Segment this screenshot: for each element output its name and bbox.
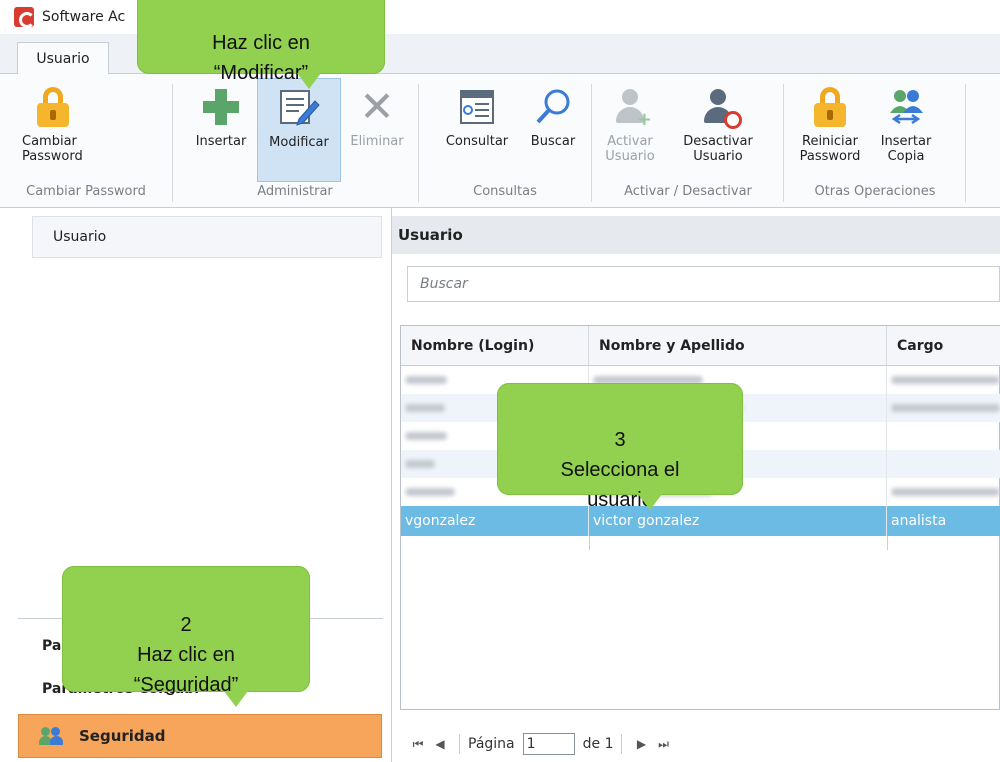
- page-label: Página: [468, 736, 515, 752]
- insertar-button[interactable]: Insertar: [186, 80, 256, 149]
- callout-modificar: Haz clic en “Modificar”: [137, 0, 385, 89]
- ribbon: Cambiar Password Cambiar Password Insert…: [0, 74, 1000, 208]
- consultar-button[interactable]: Consultar: [434, 80, 520, 149]
- next-page-icon[interactable]: ▶: [630, 737, 652, 751]
- insertar-copia-label: Insertar Copia: [880, 134, 932, 164]
- group-label-cambiar-password: Cambiar Password: [26, 184, 146, 199]
- cell-login: vgonzalez: [401, 506, 589, 536]
- desactivar-usuario-button[interactable]: Desactivar Usuario: [674, 80, 762, 164]
- eliminar-button[interactable]: ✕ Eliminar: [342, 80, 412, 150]
- column-header-login[interactable]: Nombre (Login): [401, 326, 589, 366]
- app-logo-icon: [14, 7, 35, 28]
- sidebar-item-usuario[interactable]: Usuario: [32, 216, 382, 258]
- insertar-label: Insertar: [195, 134, 247, 149]
- add-user-icon: +: [612, 89, 652, 129]
- group-label-otras-operaciones: Otras Operaciones: [814, 184, 936, 199]
- cambiar-password-label: Cambiar Password: [22, 134, 83, 164]
- activar-usuario-label: Activar Usuario: [605, 134, 655, 164]
- group-label-consultas: Consultas: [473, 184, 537, 199]
- callout-seleccionar: 3 Selecciona el usuario: [497, 383, 743, 511]
- nav-group-parametros[interactable]: Pa: [42, 638, 61, 654]
- ribbon-divider: [591, 84, 592, 202]
- table-row-selected[interactable]: vgonzalez victor gonzalez analista: [401, 506, 1000, 536]
- group-label-activar-desactivar: Activar / Desactivar: [624, 184, 752, 199]
- column-header-cargo[interactable]: Cargo: [887, 326, 1000, 366]
- callout-seguridad: 2 Haz clic en “Seguridad”: [62, 566, 310, 707]
- query-list-icon: [460, 90, 494, 124]
- callout-seguridad-text: 2 Haz clic en “Seguridad”: [133, 614, 239, 696]
- search-input[interactable]: Buscar: [407, 266, 1000, 302]
- copy-users-icon: [890, 90, 923, 125]
- modificar-label: Modificar: [269, 135, 329, 150]
- insertar-copia-button[interactable]: Insertar Copia: [868, 80, 944, 164]
- cambiar-password-button[interactable]: Cambiar Password: [8, 80, 98, 164]
- activar-usuario-button[interactable]: + Activar Usuario: [600, 80, 660, 164]
- page-total: de 1: [582, 736, 614, 752]
- reiniciar-password-button[interactable]: Reiniciar Password: [794, 80, 866, 164]
- callout-modificar-text: Haz clic en “Modificar”: [212, 32, 310, 84]
- lock-icon: [814, 87, 846, 127]
- desactivar-usuario-label: Desactivar Usuario: [683, 134, 753, 164]
- eliminar-label: Eliminar: [350, 134, 404, 149]
- cell-cargo: analista: [891, 513, 947, 529]
- reiniciar-password-label: Reiniciar Password: [799, 134, 861, 164]
- ribbon-divider: [418, 84, 419, 202]
- consultar-label: Consultar: [445, 134, 509, 149]
- grid-header: Nombre (Login) Nombre y Apellido Cargo: [401, 326, 1000, 366]
- nav-seguridad[interactable]: Seguridad: [18, 714, 382, 758]
- last-page-icon[interactable]: ⏭: [652, 737, 674, 752]
- page-input[interactable]: 1: [522, 733, 575, 755]
- modificar-button[interactable]: Modificar: [257, 78, 341, 182]
- ribbon-divider: [783, 84, 784, 202]
- ribbon-divider: [965, 84, 966, 202]
- nav-seguridad-label: Seguridad: [79, 727, 166, 745]
- panel-title: Usuario: [392, 216, 1000, 254]
- pager: ⏮ ◀ Página 1 de 1 ▶ ⏭: [407, 730, 674, 758]
- edit-document-icon: [280, 90, 320, 126]
- column-header-nombre[interactable]: Nombre y Apellido: [589, 326, 887, 366]
- deactivate-user-icon: [700, 89, 742, 129]
- buscar-label: Buscar: [530, 134, 576, 149]
- window-title: Software Ac: [42, 9, 126, 25]
- delete-x-icon: ✕: [359, 82, 395, 131]
- plus-icon: [203, 89, 239, 125]
- buscar-button[interactable]: Buscar: [522, 80, 584, 149]
- tab-usuario[interactable]: Usuario: [17, 42, 109, 75]
- group-label-administrar: Administrar: [257, 184, 333, 199]
- lock-icon: [37, 87, 69, 127]
- search-icon: [536, 89, 570, 124]
- first-page-icon[interactable]: ⏮: [407, 737, 429, 752]
- ribbon-divider: [172, 84, 173, 202]
- users-icon: [39, 727, 65, 745]
- prev-page-icon[interactable]: ◀: [429, 737, 451, 751]
